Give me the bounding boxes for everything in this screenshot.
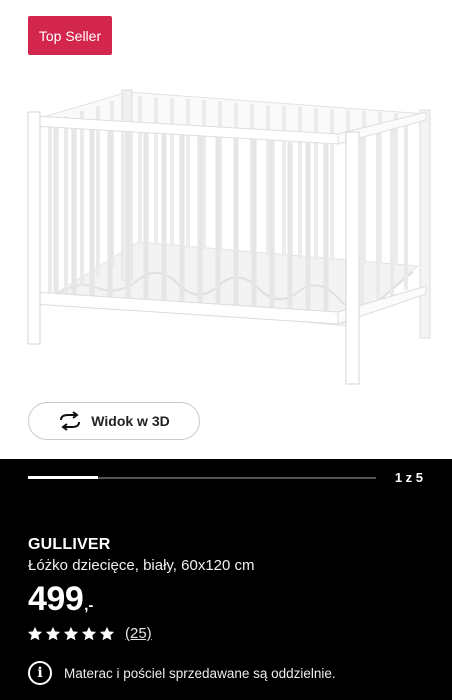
star-icon (28, 626, 42, 640)
star-icon (64, 626, 78, 640)
top-seller-badge: Top Seller (28, 16, 112, 55)
product-name: GULLIVER (28, 536, 111, 553)
price-suffix: ,- (84, 597, 94, 614)
notice-text: Materac i pościel sprzedawane są oddziel… (64, 665, 336, 681)
crib-product-image (27, 89, 431, 385)
reviews-count-link[interactable]: (25) (125, 625, 152, 642)
product-price: 499 ,- (28, 580, 93, 619)
rating-stars (28, 626, 114, 641)
view-in-3d-button[interactable]: Widok w 3D (28, 402, 200, 440)
price-amount: 499 (28, 580, 84, 618)
view-in-3d-label: Widok w 3D (91, 413, 170, 429)
gallery-progress-fill (28, 476, 98, 479)
product-image-area[interactable]: Top Seller Widok w 3D (0, 0, 452, 459)
product-rating[interactable]: (25) (28, 625, 152, 642)
star-icon (100, 626, 114, 640)
notice: i Materac i pościel sprzedawane są oddzi… (28, 661, 336, 685)
product-description: Łóżko dziecięce, biały, 60x120 cm (28, 557, 255, 574)
star-icon (82, 626, 96, 640)
star-icon (46, 626, 60, 640)
gallery-counter: 1 z 5 (394, 470, 423, 485)
gallery-progress-slider[interactable] (28, 470, 376, 486)
rotate-3d-icon (60, 411, 81, 431)
info-icon: i (28, 661, 52, 685)
